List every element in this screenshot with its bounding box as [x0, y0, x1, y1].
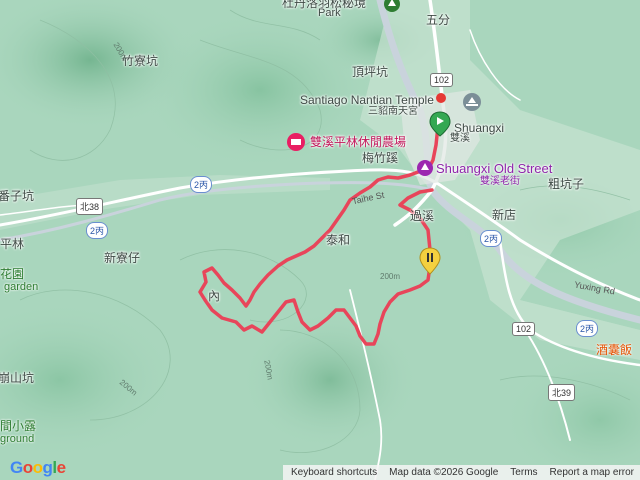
- elevation-label: 200m: [380, 272, 401, 281]
- route-102-shield: 102: [512, 322, 536, 336]
- old-street-label: Shuangxi Old Street: [436, 161, 553, 176]
- camp-label-en: ground: [0, 433, 35, 445]
- place-fanzikeng: 番子坑: [0, 189, 35, 203]
- report-map-error-link[interactable]: Report a map error: [550, 467, 634, 478]
- route-2bing-shield: 2丙: [86, 222, 109, 239]
- place-xindian: 新店: [492, 208, 517, 222]
- route-2bing-shield: 2丙: [190, 176, 213, 193]
- marker-layer: [287, 0, 481, 275]
- place-meizhuxi: 梅竹蹊: [362, 151, 399, 165]
- garden-label: 花園: [0, 267, 25, 281]
- route-north39-shield: 北39: [548, 384, 576, 401]
- restaurant-label: 酒囊飯: [596, 343, 633, 357]
- camp-label: 間小露: [0, 419, 37, 433]
- map-canvas[interactable]: 杜丹洛羽松秘境 Park 五分 竹寮坑 頂坪坑 Santiago Nantian…: [0, 0, 640, 480]
- temple-icon[interactable]: [463, 93, 481, 111]
- place-dingpingkeng: 頂坪坑: [352, 65, 389, 79]
- santiago-temple-label: Santiago Nantian Temple: [300, 93, 434, 107]
- red-pin-icon[interactable]: [436, 93, 446, 103]
- place-guoxi: 過溪: [410, 209, 435, 223]
- map-data-attribution: Map data ©2026 Google: [389, 467, 499, 478]
- santiago-temple-label-zh: 三貂南天宮: [368, 106, 418, 117]
- place-shuangxi-zh: 雙溪: [450, 133, 470, 144]
- farm-label: 雙溪平林休閒農場: [310, 135, 407, 149]
- terms-link[interactable]: Terms: [510, 467, 537, 478]
- garden-label-en: garden: [4, 281, 39, 293]
- keyboard-shortcuts-link[interactable]: Keyboard shortcuts: [291, 467, 377, 478]
- place-cukengzi: 粗坑子: [548, 177, 585, 191]
- place-pinglin: 平林: [0, 237, 25, 251]
- park-label-en: Park: [318, 7, 341, 19]
- park-icon[interactable]: [384, 0, 400, 12]
- route-2bing-shield: 2丙: [480, 230, 503, 247]
- place-wufen: 五分: [426, 13, 451, 27]
- old-street-label-zh: 雙溪老街: [480, 176, 520, 187]
- route-2bing-shield: 2丙: [576, 320, 599, 337]
- end-marker[interactable]: [419, 247, 441, 275]
- attribution-bar: Keyboard shortcuts Map data ©2026 Google…: [283, 465, 640, 480]
- place-lingshankeng: 崩山坑: [0, 371, 35, 385]
- farm-icon[interactable]: [287, 133, 305, 151]
- start-marker[interactable]: [429, 111, 451, 137]
- place-taihe: 泰和: [326, 233, 351, 247]
- place-nei: 內: [208, 289, 221, 303]
- old-street-icon[interactable]: [417, 160, 433, 176]
- route-north38-shield: 北38: [76, 198, 104, 215]
- place-xinliaozi: 新寮仔: [104, 251, 141, 265]
- route-102-shield: 102: [430, 73, 454, 87]
- google-logo: Google: [10, 458, 66, 477]
